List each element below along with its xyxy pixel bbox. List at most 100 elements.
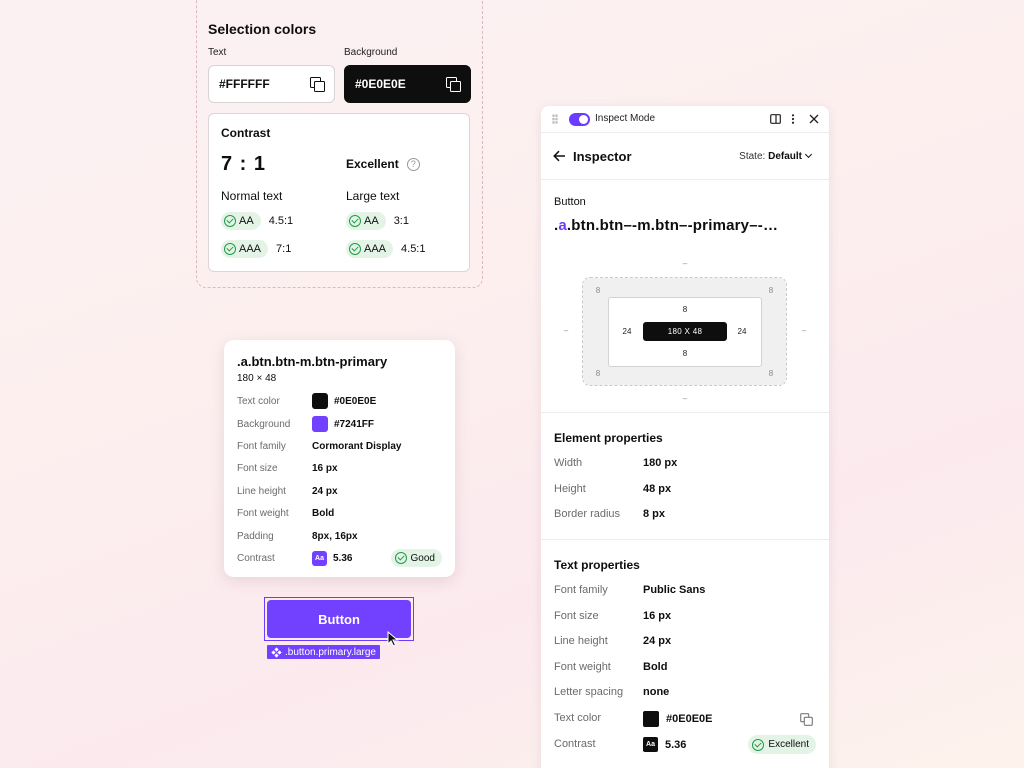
inspector-title: Inspector <box>573 149 632 164</box>
check-icon <box>752 738 765 751</box>
check-icon <box>224 243 236 255</box>
cursor-pointer-icon <box>387 631 399 647</box>
prop-value: 16 px <box>643 610 672 622</box>
padding-bottom-value: 8 <box>682 349 688 358</box>
check-icon <box>349 215 361 227</box>
large-aa-row: AA 3:1 <box>346 212 409 230</box>
radius-top-right: 8 <box>768 286 774 295</box>
margin-right-value: – <box>801 326 807 335</box>
inspect-mode-toggle[interactable] <box>569 113 590 126</box>
state-dropdown[interactable]: State: Default <box>739 150 813 162</box>
text-color-value: #0E0E0E <box>643 711 712 727</box>
prop-value: 48 px <box>643 483 672 495</box>
contrast-good-badge: Good <box>390 549 442 567</box>
large-aa-value: 3:1 <box>393 215 409 227</box>
prop-key: Line height <box>554 635 608 647</box>
copy-icon[interactable] <box>310 77 325 92</box>
prop-key: Height <box>554 483 586 495</box>
component-tag-label: .button.primary.large <box>285 646 376 658</box>
element-class-name: .a.btn.btn–-m.btn–-primary–-… <box>554 217 779 234</box>
inspector-top-bar: Inspect Mode <box>541 106 829 133</box>
chevron-down-icon <box>804 150 813 159</box>
prop-value: Bold <box>643 661 668 673</box>
element-tooltip-card: .a.btn.btn-m.btn-primary 180 × 48 Text c… <box>224 340 455 577</box>
dock-panel-icon[interactable] <box>770 114 781 124</box>
pass-chip: AA <box>221 212 261 230</box>
prop-key: Text color <box>554 712 602 724</box>
copy-icon[interactable] <box>446 77 461 92</box>
component-icon <box>271 646 282 658</box>
text-color-field[interactable]: #FFFFFF <box>208 65 335 103</box>
prop-key: Font size <box>554 610 599 622</box>
state-value: Default <box>768 151 802 162</box>
tooltip-row-font-size: Font size 16 px <box>237 462 338 474</box>
tooltip-row-font-family: Font family Cormorant Display <box>237 440 402 452</box>
box-model-content: 180 X 48 <box>643 322 727 341</box>
contrast-rating-label: Excellent <box>346 157 399 171</box>
contrast-title: Contrast <box>221 126 271 140</box>
prop-key: Contrast <box>554 738 596 750</box>
prop-key: Width <box>554 457 583 469</box>
more-vertical-icon[interactable] <box>790 114 796 124</box>
element-properties-title: Element properties <box>554 431 663 445</box>
color-swatch <box>312 416 328 432</box>
contrast-value: Aa 5.36 <box>643 737 686 752</box>
close-icon[interactable] <box>809 114 819 124</box>
aa-icon: Aa <box>312 550 327 566</box>
tooltip-row-contrast: Contrast Aa 5.36 Good <box>237 549 442 567</box>
tooltip-selector: .a.btn.btn-m.btn-primary <box>237 354 388 369</box>
large-text-label: Large text <box>346 189 400 203</box>
prop-value: Public Sans <box>643 584 706 596</box>
normal-aa-row: AA 4.5:1 <box>221 212 293 230</box>
prop-value: none <box>643 686 670 698</box>
prop-value: 180 px <box>643 457 678 469</box>
normal-aa-value: 4.5:1 <box>268 215 294 227</box>
aa-icon: Aa <box>643 737 658 752</box>
tooltip-size: 180 × 48 <box>237 373 277 384</box>
contrast-excellent-badge: Excellent <box>748 735 816 754</box>
inspector-panel: Inspect Mode Inspector State: Default Bu… <box>541 106 829 768</box>
margin-left-value: – <box>563 326 569 335</box>
color-swatch <box>643 711 659 727</box>
tooltip-row-padding: Padding 8px, 16px <box>237 530 358 542</box>
margin-top-value: – <box>682 259 688 268</box>
prop-key: Font weight <box>554 661 611 673</box>
color-swatch <box>312 393 328 409</box>
radius-bottom-left: 8 <box>595 369 601 378</box>
text-color-label: Text <box>208 47 227 58</box>
tooltip-row-font-weight: Font weight Bold <box>237 507 335 519</box>
pass-chip: AAA <box>346 240 394 258</box>
element-kind: Button <box>554 196 586 208</box>
tooltip-row-background: Background #7241FF <box>237 415 442 433</box>
padding-right-value: 24 <box>737 327 747 336</box>
background-color-field[interactable]: #0E0E0E <box>344 65 471 103</box>
background-color-value: #0E0E0E <box>355 77 406 91</box>
check-icon <box>394 552 407 564</box>
help-icon[interactable]: ? <box>406 157 420 171</box>
prop-key: Letter spacing <box>554 686 624 698</box>
pass-chip: AAA <box>221 240 269 258</box>
radius-top-left: 8 <box>595 286 601 295</box>
prop-value: 24 px <box>643 635 672 647</box>
state-label: State: <box>739 151 766 162</box>
check-icon <box>224 215 236 227</box>
text-color-value: #FFFFFF <box>219 77 270 91</box>
back-arrow-icon[interactable] <box>553 150 566 162</box>
margin-bottom-value: – <box>682 394 688 403</box>
prop-value: 8 px <box>643 508 666 520</box>
large-aaa-row: AAA 4.5:1 <box>346 240 425 258</box>
inspect-mode-label: Inspect Mode <box>595 113 656 124</box>
tooltip-row-line-height: Line height 24 px <box>237 485 338 497</box>
tooltip-row-text-color: Text color #0E0E0E <box>237 392 442 410</box>
component-tag: .button.primary.large <box>267 645 380 659</box>
copy-icon[interactable] <box>800 713 813 726</box>
drag-handle-icon[interactable] <box>552 114 558 124</box>
divider <box>541 412 829 413</box>
large-aaa-value: 4.5:1 <box>401 243 426 255</box>
radius-bottom-right: 8 <box>768 369 774 378</box>
normal-aaa-row: AAA 7:1 <box>221 240 291 258</box>
selection-colors-title: Selection colors <box>208 21 317 37</box>
background-color-label: Background <box>344 47 398 58</box>
normal-text-label: Normal text <box>221 189 283 203</box>
prop-key: Font family <box>554 584 608 596</box>
